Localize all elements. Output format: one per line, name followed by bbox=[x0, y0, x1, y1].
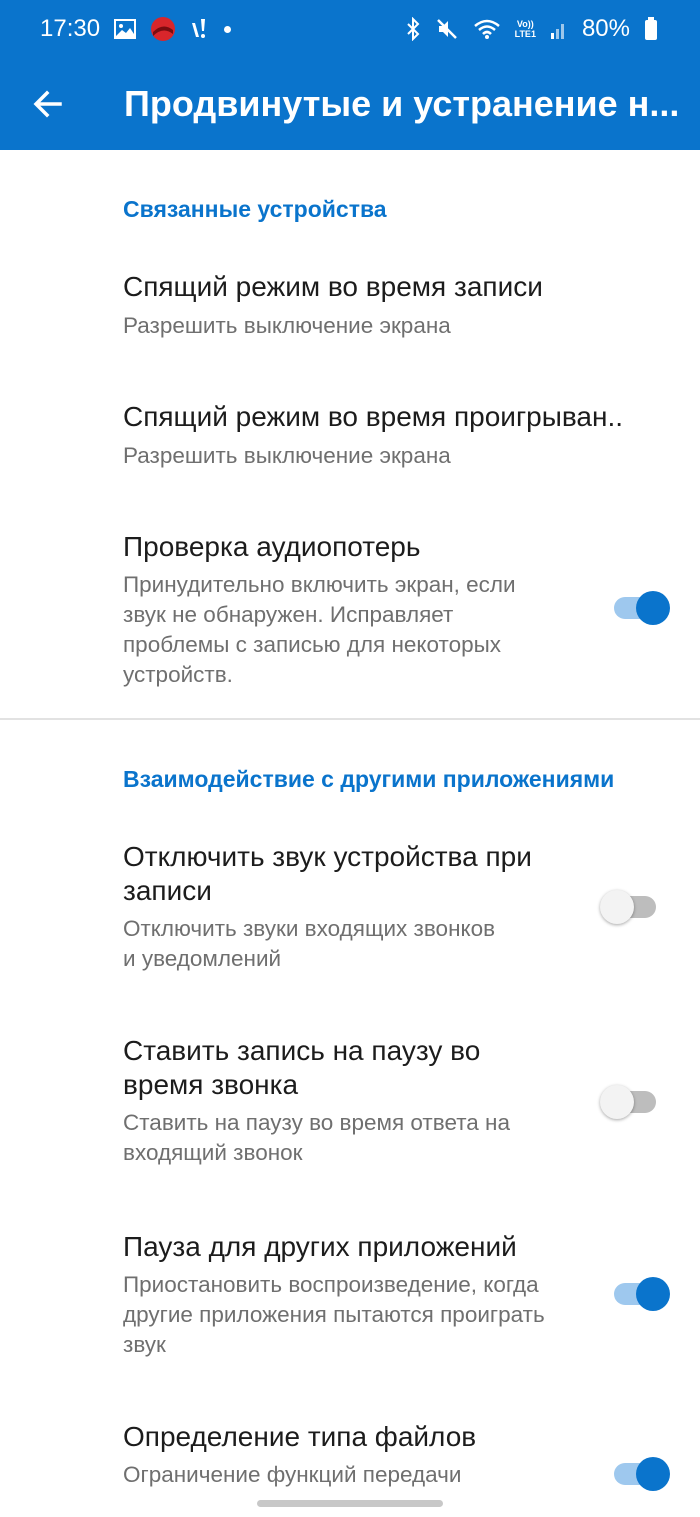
pref-mute-device-summary: Отключить звуки входящих звонков и уведо… bbox=[123, 916, 496, 971]
volte-line-2: LTE1 bbox=[514, 29, 536, 39]
pref-mute-device[interactable]: Отключить звук устройства при записи Отк… bbox=[0, 826, 700, 986]
more-notifications-dot-icon bbox=[224, 25, 232, 33]
file-type-switch[interactable] bbox=[614, 1454, 670, 1494]
audio-loss-switch[interactable] bbox=[614, 588, 670, 628]
app-notification-icon bbox=[150, 16, 176, 42]
pause-other-apps-switch[interactable] bbox=[614, 1274, 670, 1314]
signal-alert-icon bbox=[190, 17, 210, 41]
pref-pause-on-call-title: Ставить запись на паузу во время звонка bbox=[123, 1035, 481, 1100]
switch-thumb bbox=[636, 1277, 670, 1311]
battery-icon bbox=[644, 17, 658, 41]
battery-percent: 80% bbox=[581, 15, 630, 42]
pref-pause-other-apps[interactable]: Пауза для других приложений Приостановит… bbox=[0, 1218, 700, 1378]
pref-audio-loss[interactable]: Проверка аудиопотерь Принудительно включ… bbox=[0, 518, 700, 698]
app-bar: Продвинутые и устранение н... bbox=[0, 58, 700, 150]
pref-sleep-recording-summary: Разрешить выключение экрана bbox=[123, 313, 451, 338]
pref-sleep-playback-title: Спящий режим во время проигрыван.. bbox=[123, 401, 624, 432]
wifi-icon bbox=[473, 18, 501, 40]
pref-audio-loss-summary: Принудительно включить экран, если звук … bbox=[123, 572, 516, 687]
back-button[interactable] bbox=[0, 58, 96, 150]
pref-audio-loss-title: Проверка аудиопотерь bbox=[123, 531, 421, 562]
volte-indicator: Vo)) LTE1 bbox=[515, 19, 536, 39]
gesture-nav-handle[interactable] bbox=[257, 1500, 443, 1507]
bluetooth-icon bbox=[405, 17, 421, 41]
arrow-back-icon bbox=[33, 89, 63, 119]
switch-thumb bbox=[636, 591, 670, 625]
pref-sleep-playback[interactable]: Спящий режим во время проигрыван.. Разре… bbox=[0, 388, 700, 498]
status-bar-right: Vo)) LTE1 80% bbox=[405, 15, 658, 43]
page-title: Продвинутые и устранение н... bbox=[124, 83, 680, 124]
pref-pause-on-call[interactable]: Ставить запись на паузу во время звонка … bbox=[0, 1022, 700, 1182]
pref-sleep-recording-title: Спящий режим во время записи bbox=[123, 271, 543, 302]
status-bar-left: 17:30 bbox=[40, 15, 232, 43]
pref-sleep-recording[interactable]: Спящий режим во время записи Разрешить в… bbox=[0, 258, 700, 368]
switch-thumb bbox=[636, 1457, 670, 1491]
pause-on-call-switch[interactable] bbox=[600, 1082, 660, 1122]
section-header-linked-devices: Связанные устройства bbox=[123, 196, 387, 222]
pref-pause-other-apps-summary: Приостановить воспроизведение, когда дру… bbox=[123, 1272, 545, 1357]
pref-mute-device-title: Отключить звук устройства при записи bbox=[123, 841, 532, 906]
section-header-other-apps: Взаимодействие с другими приложениями bbox=[123, 766, 615, 792]
volte-line-1: Vo)) bbox=[516, 19, 534, 29]
pref-pause-other-apps-title: Пауза для других приложений bbox=[123, 1231, 517, 1262]
cellular-signal-icon bbox=[550, 18, 568, 40]
pref-file-type-summary: Ограничение функций передачи bbox=[123, 1462, 462, 1487]
status-bar: 17:30 Vo)) LTE1 80% bbox=[0, 0, 700, 58]
mute-icon bbox=[435, 17, 459, 41]
status-time: 17:30 bbox=[40, 15, 101, 42]
pref-sleep-playback-summary: Разрешить выключение экрана bbox=[123, 443, 451, 468]
pref-file-type-title: Определение типа файлов bbox=[123, 1421, 477, 1452]
switch-thumb bbox=[600, 890, 634, 924]
mute-device-switch[interactable] bbox=[600, 887, 660, 927]
gallery-icon bbox=[114, 19, 137, 39]
section-divider bbox=[0, 718, 700, 720]
switch-thumb bbox=[600, 1085, 634, 1119]
pref-pause-on-call-summary: Ставить на паузу во время ответа на вход… bbox=[123, 1110, 510, 1165]
